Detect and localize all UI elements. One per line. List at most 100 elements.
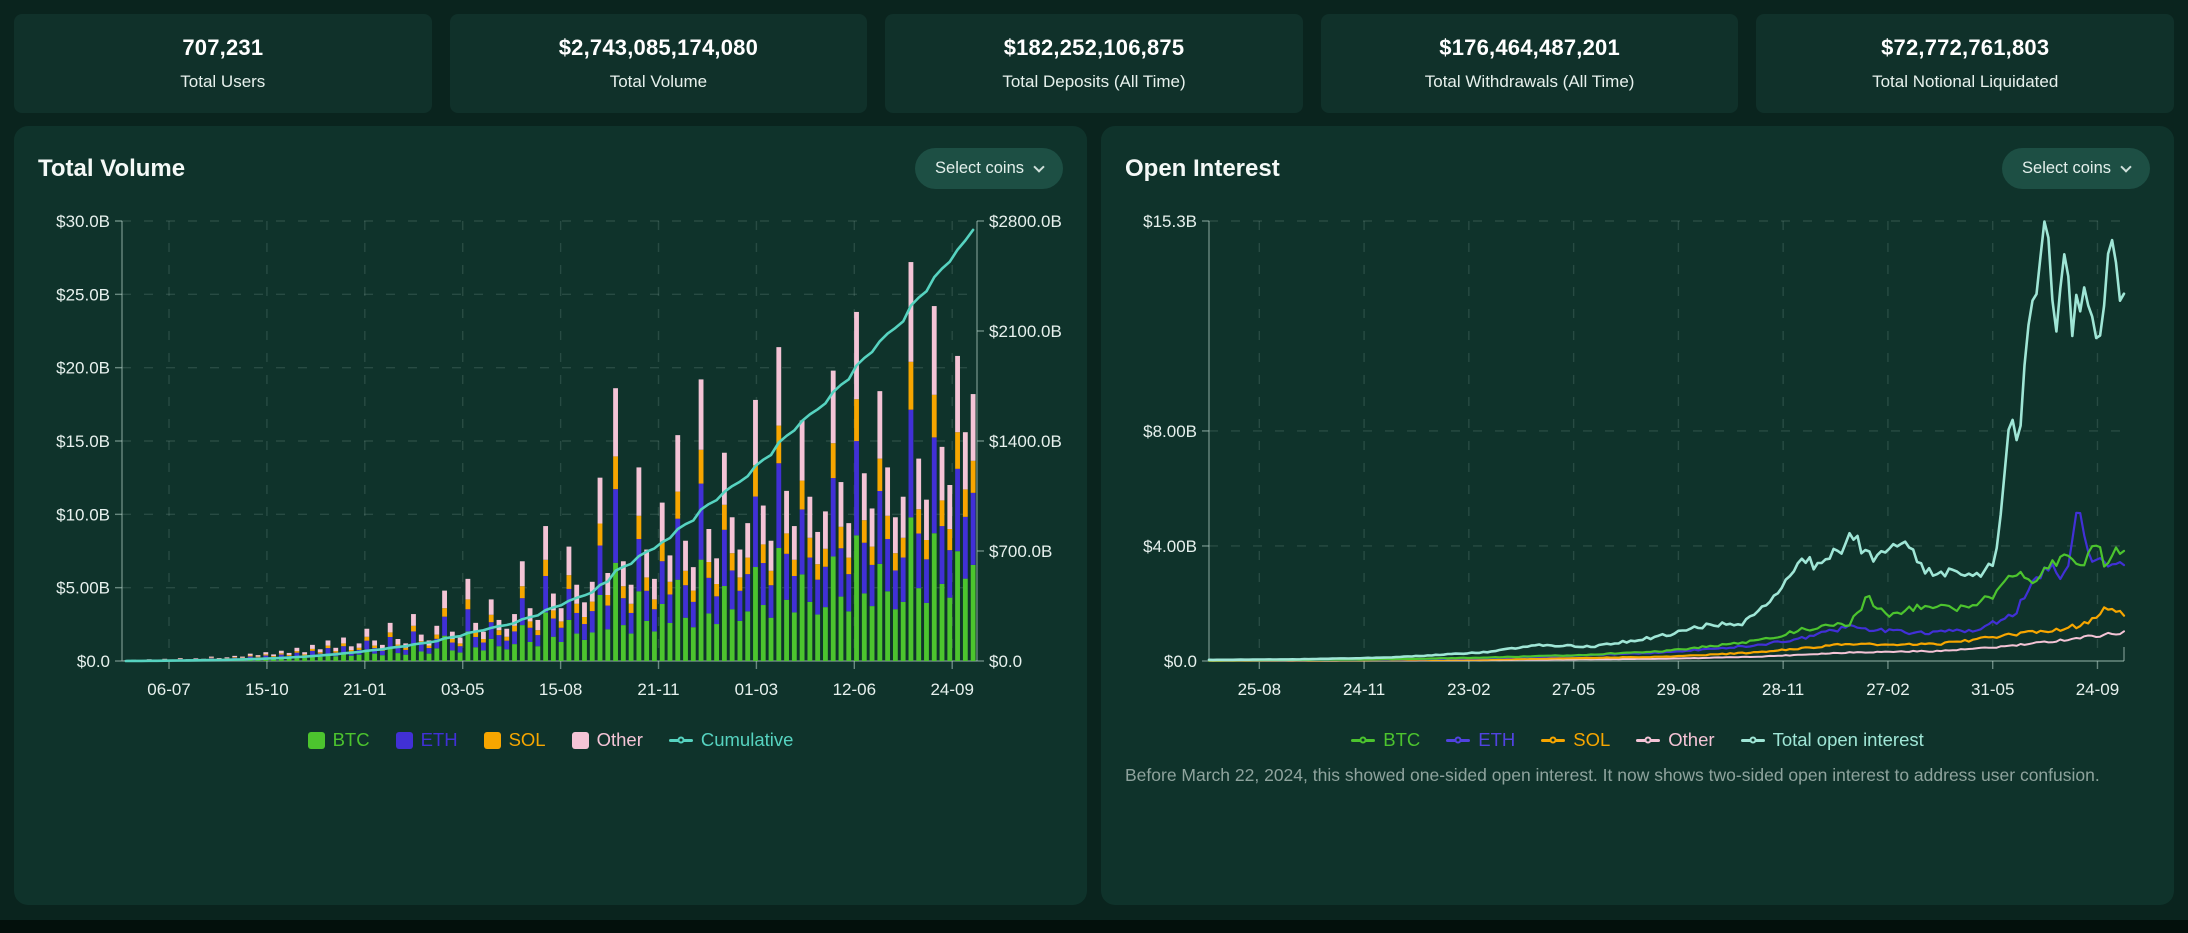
legend-swatch-icon (572, 732, 589, 749)
select-coins-label: Select coins (935, 159, 1024, 178)
chart-panel-open-interest: Open Interest Select coins $0.0 $4.00B $8.… (1101, 126, 2174, 905)
legend-line-marker-icon (1541, 739, 1565, 742)
legend-item-eth[interactable]: ETH (396, 729, 458, 751)
legend-item-total-open-interest[interactable]: Total open interest (1741, 729, 1924, 751)
open-interest-legend: BTC ETH SOL Other Total open interest (1125, 729, 2150, 751)
stat-card-total-deposits: $182,252,106,875 Total Deposits (All Tim… (885, 14, 1303, 113)
legend-item-btc[interactable]: BTC (308, 729, 370, 751)
svg-text:$5.00B: $5.00B (56, 579, 110, 598)
svg-text:27-02: 27-02 (1866, 680, 1909, 699)
stat-card-total-withdrawals: $176,464,487,201 Total Withdrawals (All … (1321, 14, 1739, 113)
legend-label: BTC (333, 729, 370, 751)
svg-text:$0.0: $0.0 (1164, 652, 1197, 671)
legend-line-marker-icon (1446, 739, 1470, 742)
stat-value: $2,743,085,174,080 (559, 35, 758, 61)
svg-text:21-11: 21-11 (637, 680, 679, 699)
svg-text:21-01: 21-01 (343, 680, 386, 699)
svg-text:$20.0B: $20.0B (56, 359, 110, 378)
stat-value: $176,464,487,201 (1439, 35, 1620, 61)
svg-text:$1400.0B: $1400.0B (989, 432, 1062, 451)
legend-label: SOL (509, 729, 546, 751)
svg-text:06-07: 06-07 (147, 680, 190, 699)
svg-text:$30.0B: $30.0B (56, 212, 110, 231)
stat-label: Total Users (180, 72, 265, 92)
legend-label: Other (597, 729, 643, 751)
svg-text:27-05: 27-05 (1552, 680, 1595, 699)
legend-item-sol[interactable]: SOL (484, 729, 546, 751)
select-coins-label: Select coins (2022, 159, 2111, 178)
stat-card-total-notional-liquidated: $72,772,761,803 Total Notional Liquidate… (1756, 14, 2174, 113)
select-coins-button[interactable]: Select coins (2002, 148, 2150, 189)
svg-text:28-11: 28-11 (1762, 680, 1804, 699)
svg-text:29-08: 29-08 (1657, 680, 1700, 699)
stat-value: $72,772,761,803 (1881, 35, 2049, 61)
bottom-bar (0, 920, 2188, 933)
legend-swatch-icon (396, 732, 413, 749)
chevron-down-icon (2120, 161, 2131, 172)
gridlines (1209, 221, 2124, 661)
chart-panel-total-volume: Total Volume Select coins $0.0 $5.00B $10.… (14, 126, 1087, 905)
svg-text:31-05: 31-05 (1971, 680, 2014, 699)
stat-label: Total Volume (610, 72, 707, 92)
legend-item-other[interactable]: Other (1636, 729, 1714, 751)
open-interest-note: Before March 22, 2024, this showed one-s… (1125, 763, 2135, 788)
legend-label: Total open interest (1773, 729, 1924, 751)
total-volume-legend: BTC ETH SOL Other Cumulative (38, 729, 1063, 751)
legend-line-marker-icon (1351, 739, 1375, 742)
svg-text:$10.0B: $10.0B (56, 505, 110, 524)
svg-text:$700.0B: $700.0B (989, 542, 1052, 561)
legend-item-sol[interactable]: SOL (1541, 729, 1610, 751)
series-line-btc (1209, 546, 2124, 661)
legend-label: SOL (1573, 729, 1610, 751)
stat-label: Total Deposits (All Time) (1002, 72, 1185, 92)
page-title-total-volume: Total Volume (38, 155, 185, 183)
svg-text:23-02: 23-02 (1447, 680, 1490, 699)
svg-text:$4.00B: $4.00B (1143, 537, 1197, 556)
svg-text:$2800.0B: $2800.0B (989, 212, 1062, 231)
panel-header: Open Interest Select coins (1125, 148, 2150, 189)
svg-text:24-11: 24-11 (1343, 680, 1385, 699)
svg-text:$15.3B: $15.3B (1143, 212, 1197, 231)
legend-label: Cumulative (701, 729, 794, 751)
legend-line-marker-icon (1741, 739, 1765, 742)
legend-label: ETH (421, 729, 458, 751)
stats-row: 707,231 Total Users $2,743,085,174,080 T… (14, 14, 2174, 113)
svg-text:$15.0B: $15.0B (56, 432, 110, 451)
legend-item-other[interactable]: Other (572, 729, 643, 751)
svg-text:$0.0: $0.0 (989, 652, 1022, 671)
svg-text:$25.0B: $25.0B (56, 285, 110, 304)
legend-item-cumulative[interactable]: Cumulative (669, 729, 794, 751)
stat-label: Total Notional Liquidated (1872, 72, 2058, 92)
cumulative-line (126, 230, 973, 661)
chevron-down-icon (1033, 161, 1044, 172)
open-interest-chart[interactable]: $0.0$4.00B$8.00B$15.3B25-0824-1123-0227-… (1125, 205, 2150, 725)
series-line-total-open-interest (1209, 222, 2124, 660)
legend-label: Other (1668, 729, 1714, 751)
legend-label: BTC (1383, 729, 1420, 751)
stat-card-total-users: 707,231 Total Users (14, 14, 432, 113)
legend-item-btc[interactable]: BTC (1351, 729, 1420, 751)
svg-text:01-03: 01-03 (735, 680, 778, 699)
svg-text:15-10: 15-10 (245, 680, 288, 699)
svg-text:$0.0: $0.0 (77, 652, 110, 671)
svg-text:03-05: 03-05 (441, 680, 484, 699)
legend-item-eth[interactable]: ETH (1446, 729, 1515, 751)
stat-label: Total Withdrawals (All Time) (1425, 72, 1635, 92)
select-coins-button[interactable]: Select coins (915, 148, 1063, 189)
page-title-open-interest: Open Interest (1125, 155, 1280, 183)
legend-label: ETH (1478, 729, 1515, 751)
stat-card-total-volume: $2,743,085,174,080 Total Volume (450, 14, 868, 113)
charts-row: Total Volume Select coins $0.0 $5.00B $10.… (14, 126, 2174, 905)
legend-swatch-icon (484, 732, 501, 749)
legend-swatch-icon (308, 732, 325, 749)
series-line-eth (1209, 513, 2124, 661)
svg-text:$2100.0B: $2100.0B (989, 322, 1062, 341)
legend-line-marker-icon (1636, 739, 1660, 742)
axes: $0.0$4.00B$8.00B$15.3B25-0824-1123-0227-… (1143, 212, 2124, 699)
total-volume-chart[interactable]: $0.0 $5.00B $10.0B $15.0B $20.0B $25.0B $30.0B… (38, 205, 1087, 725)
svg-text:$8.00B: $8.00B (1143, 422, 1197, 441)
stat-value: $182,252,106,875 (1004, 35, 1185, 61)
stacked-bars (123, 262, 975, 661)
stat-value: 707,231 (182, 35, 263, 61)
svg-text:24-09: 24-09 (2076, 680, 2119, 699)
